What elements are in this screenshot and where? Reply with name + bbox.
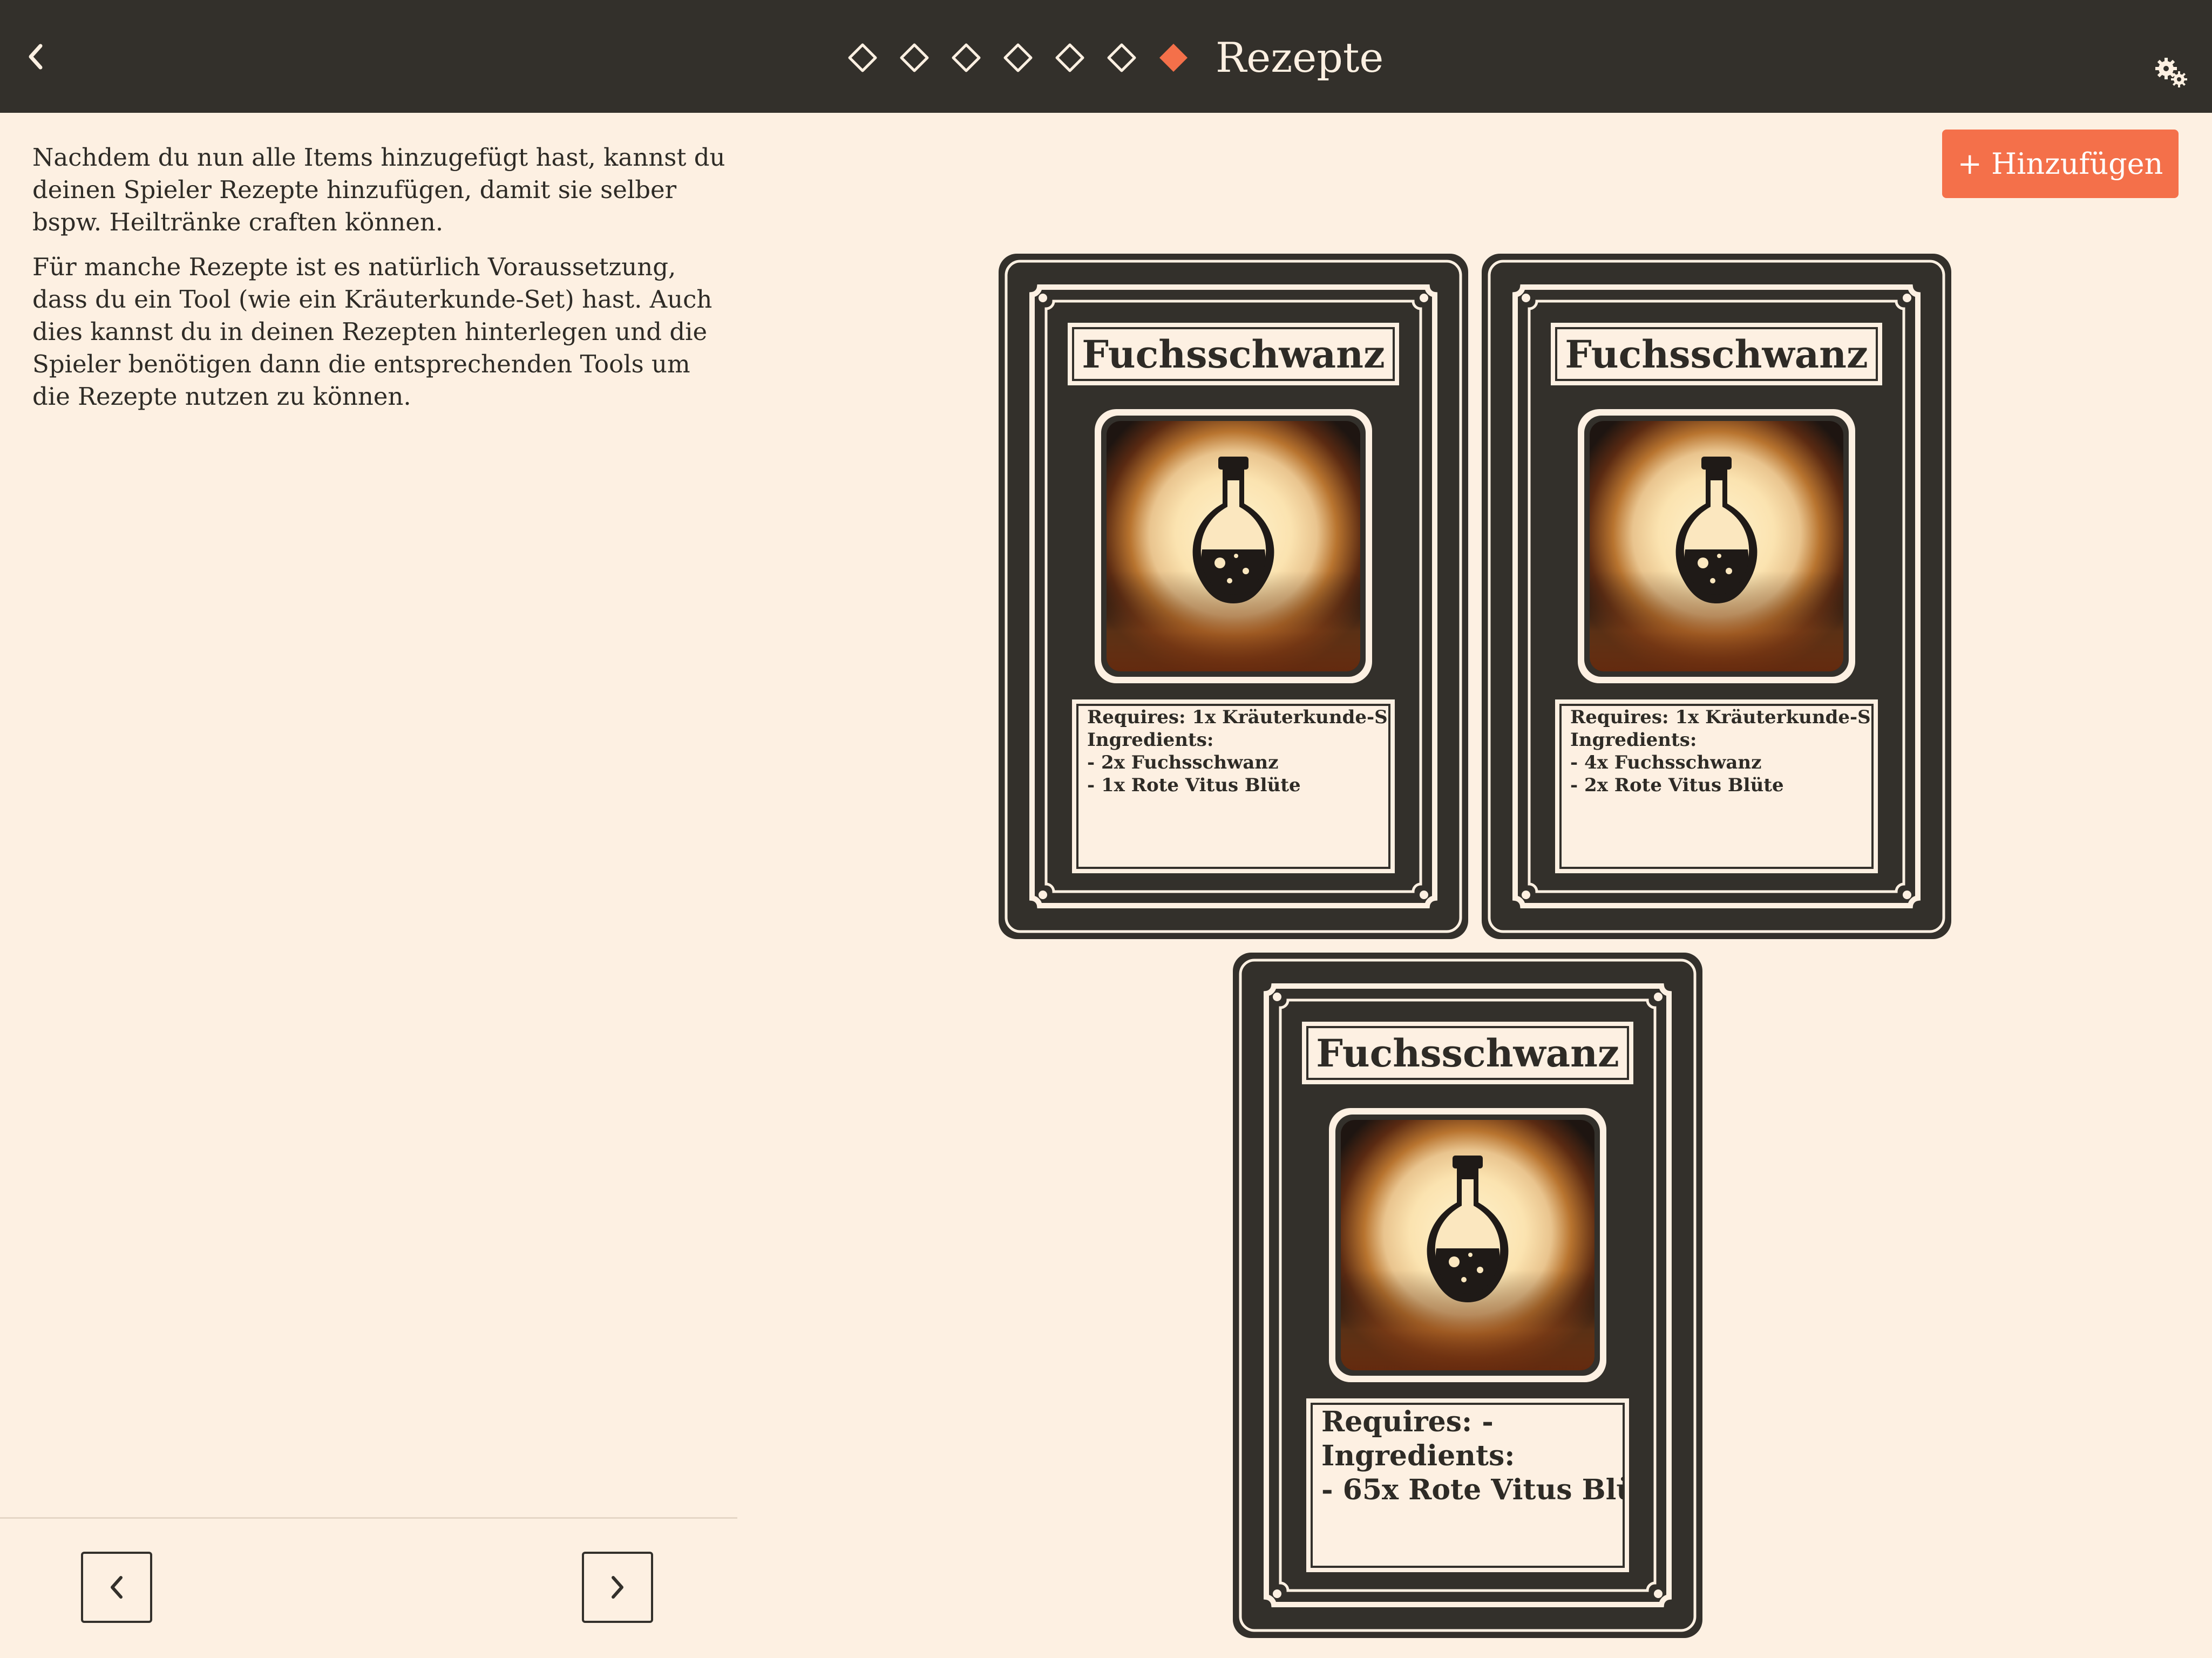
gears-icon (2155, 58, 2187, 87)
recipe-ingredient: - 2x Fuchsschwanz (1087, 752, 1279, 773)
intro-paragraph-2: Für manche Rezepte ist es natürlich Vora… (32, 253, 713, 411)
step-7-active-diamond-icon[interactable] (1148, 33, 1199, 82)
step-indicator: Rezepte (837, 33, 1383, 82)
step-5-diamond-icon[interactable] (1044, 33, 1096, 82)
recipe-image (1095, 409, 1372, 685)
settings-button[interactable] (2153, 54, 2190, 92)
chevron-left-icon (29, 44, 43, 70)
recipe-ingredients-label: Ingredients: (1570, 729, 1697, 751)
top-bar: Rezepte (0, 0, 2212, 113)
page-title: Rezepte (1216, 33, 1384, 81)
recipe-ingredients-label: Ingredients: (1321, 1439, 1515, 1472)
recipe-title: Fuchsschwanz (1565, 331, 1868, 377)
recipe-requires: Requires: 1x Kräuterkunde-Set (1570, 706, 1872, 728)
footer-divider (0, 1517, 737, 1519)
next-page-button[interactable] (582, 1552, 653, 1623)
recipe-image (1329, 1108, 1606, 1384)
step-4-diamond-icon[interactable] (992, 33, 1044, 82)
add-recipe-button[interactable]: + Hinzufügen (1942, 130, 2179, 198)
recipe-ingredients-label: Ingredients: (1087, 729, 1214, 751)
recipe-card-2[interactable]: Fuchsschwanz Requires: 1x Kräuterkunde-S… (1482, 254, 1951, 939)
recipe-title: Fuchsschwanz (1082, 331, 1385, 377)
recipe-title: Fuchsschwanz (1316, 1030, 1619, 1076)
chevron-left-icon (111, 1576, 123, 1599)
recipe-details: Requires: 1x Kräuterkunde-Set Ingredient… (1570, 706, 1872, 830)
step-2-diamond-icon[interactable] (888, 33, 940, 82)
back-button[interactable] (16, 38, 54, 76)
step-3-diamond-icon[interactable] (940, 33, 992, 82)
step-1-diamond-icon[interactable] (837, 33, 888, 82)
intro-paragraph-1: Nachdem du nun alle Items hinzugefügt ha… (32, 143, 725, 236)
previous-page-button[interactable] (81, 1552, 152, 1623)
recipe-image (1578, 409, 1855, 685)
recipe-requires: Requires: 1x Kräuterkunde-Set (1087, 706, 1389, 728)
recipe-requires: Requires: - (1321, 1405, 1494, 1438)
recipe-ingredient: - 1x Rote Vitus Blüte (1087, 774, 1301, 796)
recipe-details: Requires: - Ingredients: - 65x Rote Vitu… (1321, 1405, 1624, 1529)
recipe-ingredient: - 2x Rote Vitus Blüte (1570, 774, 1784, 796)
recipe-ingredient: - 4x Fuchsschwanz (1570, 752, 1762, 773)
step-6-diamond-icon[interactable] (1096, 33, 1148, 82)
recipe-card-1[interactable]: Fuchsschwanz Requires: 1x Kräuterkunde-S… (999, 254, 1468, 939)
recipe-card-3[interactable]: Fuchsschwanz Requires: - Ingredients: - … (1233, 953, 1702, 1638)
chevron-right-icon (612, 1576, 623, 1599)
recipe-details: Requires: 1x Kräuterkunde-Set Ingredient… (1087, 706, 1389, 830)
intro-text: Nachdem du nun alle Items hinzugefügt ha… (32, 141, 729, 425)
recipe-ingredient: - 65x Rote Vitus Blüte (1321, 1473, 1624, 1506)
